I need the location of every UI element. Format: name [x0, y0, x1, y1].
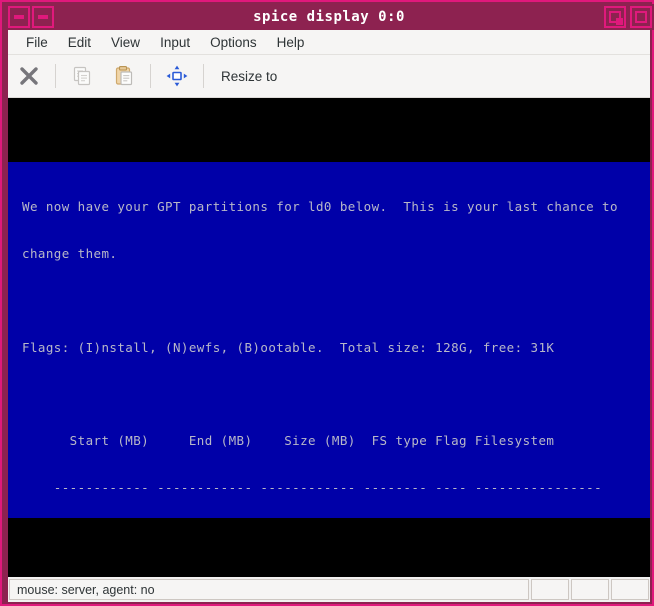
menu-item-help[interactable]: Help	[267, 32, 315, 53]
vga-text-console: We now have your GPT partitions for ld0 …	[8, 162, 650, 518]
menu-item-view[interactable]: View	[101, 32, 150, 53]
maximize-button[interactable]	[604, 6, 626, 28]
spice-display-canvas[interactable]: We now have your GPT partitions for ld0 …	[8, 98, 650, 577]
copy-button[interactable]	[61, 57, 103, 95]
console-table-header: Start (MB) End (MB) Size (MB) FS type Fl…	[22, 433, 555, 449]
console-line-4	[22, 386, 618, 402]
console-line-2	[22, 293, 618, 309]
resize-window-button[interactable]	[156, 57, 198, 95]
window-menu-button[interactable]	[8, 6, 30, 28]
resize-fullscreen-icon	[166, 65, 188, 87]
window-menu-icon	[14, 15, 24, 19]
toolbar-separator-1	[55, 64, 56, 88]
minimize-icon	[38, 15, 48, 19]
menubar: File Edit View Input Options Help	[8, 30, 650, 55]
paste-icon	[115, 66, 133, 86]
menu-item-input[interactable]: Input	[150, 32, 200, 53]
console-line-flags: Flags: (I)nstall, (N)ewfs, (B)ootable. T…	[22, 339, 555, 355]
console-line-1: change them.	[22, 245, 118, 261]
window-title: spice display 0:0	[253, 9, 405, 25]
toolbar-separator-2	[150, 64, 151, 88]
maximize-icon	[609, 11, 623, 25]
minimize-button[interactable]	[32, 6, 54, 28]
status-cell-3	[611, 579, 649, 600]
client-area: File Edit View Input Options Help Resize…	[8, 30, 650, 602]
spice-viewer-window: spice display 0:0 File Edit View Input O…	[0, 0, 654, 606]
paste-button[interactable]	[103, 57, 145, 95]
window-frame: spice display 0:0 File Edit View Input O…	[0, 0, 654, 606]
toolbar: Resize to	[8, 55, 650, 98]
statusbar: mouse: server, agent: no	[8, 577, 650, 602]
menu-item-options[interactable]: Options	[200, 32, 267, 53]
menu-item-file[interactable]: File	[16, 32, 58, 53]
maximize-inner-icon	[616, 18, 623, 25]
resize-to-label[interactable]: Resize to	[209, 69, 289, 84]
restore-button[interactable]	[630, 6, 652, 28]
toolbar-separator-3	[203, 64, 204, 88]
status-cell-2	[571, 579, 609, 600]
restore-icon	[635, 11, 647, 23]
console-line-0: We now have your GPT partitions for ld0 …	[22, 199, 618, 215]
status-message: mouse: server, agent: no	[9, 579, 529, 600]
console-table-rule-top: ------------ ------------ ------------ -…	[22, 479, 603, 495]
disconnect-x-icon	[20, 67, 38, 85]
copy-icon	[73, 66, 91, 86]
menu-item-edit[interactable]: Edit	[58, 32, 101, 53]
status-cell-1	[531, 579, 569, 600]
disconnect-button[interactable]	[8, 57, 50, 95]
titlebar[interactable]: spice display 0:0	[4, 4, 654, 30]
console-text: We now have your GPT partitions for ld0 …	[22, 168, 618, 518]
